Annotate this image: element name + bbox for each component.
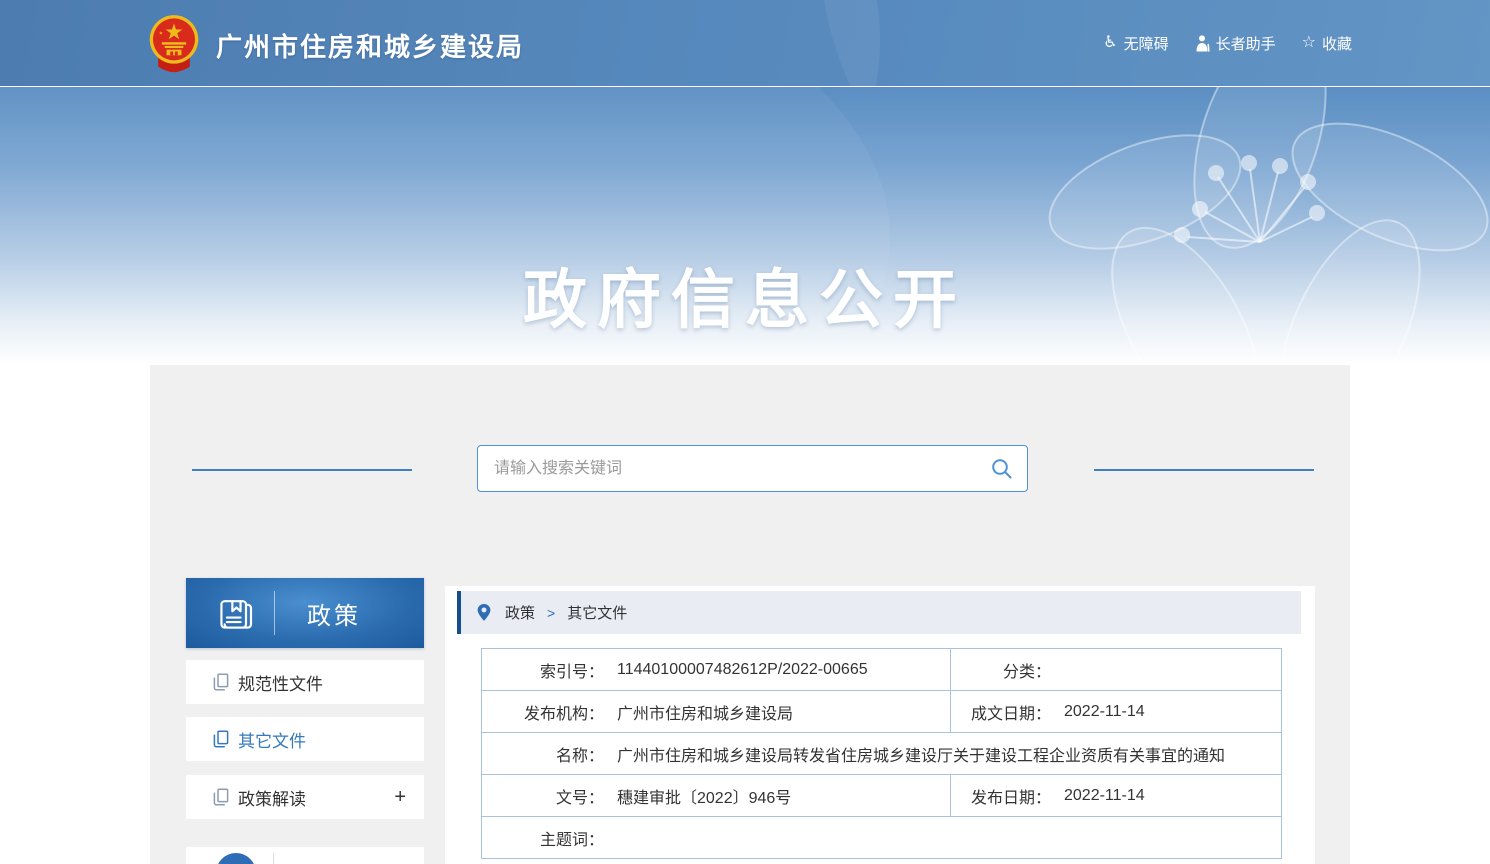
sidebar-next-section-title: 政府信息 bbox=[301, 857, 401, 864]
expand-plus-icon[interactable]: + bbox=[394, 787, 406, 807]
sidebar-item-normative-documents[interactable]: 规范性文件 bbox=[186, 660, 424, 704]
table-row: 主题词： bbox=[482, 817, 1282, 859]
breadcrumb: 政策 > 其它文件 bbox=[457, 591, 1301, 634]
search-left-divider bbox=[192, 469, 412, 471]
table-row: 文号： 穗建审批〔2022〕946号 发布日期： 2022-11-14 bbox=[482, 775, 1282, 817]
issuing-agency-label: 发布机构： bbox=[482, 700, 604, 724]
utility-links: ♿ 无障碍 长者助手 ☆ 收藏 bbox=[1103, 0, 1352, 86]
document-detail-table: 索引号： 11440100007482612P/2022-00665 分类： 发… bbox=[481, 648, 1282, 859]
favorite-link[interactable]: ☆ 收藏 bbox=[1302, 33, 1352, 54]
elder-assistant-link[interactable]: 长者助手 bbox=[1195, 33, 1276, 54]
document-number-value: 穗建审批〔2022〕946号 bbox=[617, 784, 791, 808]
elder-assistant-link-label: 长者助手 bbox=[1216, 33, 1276, 54]
national-emblem-logo bbox=[146, 14, 202, 76]
sidebar-item-label: 其它文件 bbox=[238, 727, 306, 752]
sidebar-section-title: 政策 bbox=[307, 596, 361, 631]
book-icon bbox=[216, 593, 256, 633]
sidebar-item-label: 规范性文件 bbox=[238, 670, 323, 695]
site-brand: 广州市住房和城乡建设局 bbox=[146, 14, 524, 76]
index-number-value: 11440100007482612P/2022-00665 bbox=[617, 661, 868, 679]
document-icon bbox=[213, 730, 229, 748]
page-banner: 政府信息公开 bbox=[0, 86, 1490, 365]
elder-icon bbox=[1195, 35, 1210, 52]
document-icon bbox=[213, 788, 229, 806]
index-number-label: 索引号： bbox=[482, 658, 604, 682]
publish-date-value: 2022-11-14 bbox=[1064, 787, 1145, 805]
star-icon: ☆ bbox=[1302, 35, 1316, 51]
sidebar-item-policy-interpretation[interactable]: 政策解读 + bbox=[186, 775, 424, 819]
top-bar: 广州市住房和城乡建设局 ♿ 无障碍 长者助手 ☆ 收藏 bbox=[0, 0, 1490, 86]
main-panel: 政策 > 其它文件 索引号： 11440100007482612P/2022-0… bbox=[445, 586, 1315, 864]
location-pin-icon bbox=[475, 603, 493, 622]
sidebar-section-policy: 政策 bbox=[186, 578, 424, 648]
document-name-value: 广州市住房和城乡建设局转发省住房城乡建设厅关于建设工程企业资质有关事宜的通知 bbox=[617, 742, 1225, 766]
search-box bbox=[477, 445, 1028, 492]
sidebar-item-other-documents[interactable]: 其它文件 bbox=[186, 717, 424, 761]
written-date-value: 2022-11-14 bbox=[1064, 703, 1145, 721]
accessibility-link-label: 无障碍 bbox=[1124, 33, 1169, 54]
site-title: 广州市住房和城乡建设局 bbox=[216, 27, 524, 64]
government-info-icon bbox=[216, 853, 256, 864]
sidebar-header-divider bbox=[274, 591, 275, 635]
category-label: 分类： bbox=[951, 658, 1051, 682]
keywords-label: 主题词： bbox=[482, 826, 604, 850]
document-icon bbox=[213, 673, 229, 691]
sidebar-next-divider bbox=[273, 853, 274, 864]
table-row: 索引号： 11440100007482612P/2022-00665 分类： bbox=[482, 649, 1282, 691]
page-title: 政府信息公开 bbox=[0, 249, 1490, 341]
accessibility-link[interactable]: ♿ 无障碍 bbox=[1103, 33, 1168, 54]
publish-date-label: 发布日期： bbox=[951, 784, 1051, 808]
breadcrumb-separator: > bbox=[547, 605, 555, 621]
table-row: 名称： 广州市住房和城乡建设局转发省住房城乡建设厅关于建设工程企业资质有关事宜的… bbox=[482, 733, 1282, 775]
search-input[interactable] bbox=[494, 446, 991, 491]
breadcrumb-current: 其它文件 bbox=[567, 602, 627, 623]
wheelchair-icon: ♿ bbox=[1103, 35, 1117, 51]
table-row: 发布机构： 广州市住房和城乡建设局 成文日期： 2022-11-14 bbox=[482, 691, 1282, 733]
sidebar-item-label: 政策解读 bbox=[238, 785, 306, 810]
issuing-agency-value: 广州市住房和城乡建设局 bbox=[617, 700, 793, 724]
breadcrumb-root[interactable]: 政策 bbox=[505, 602, 535, 623]
sidebar-section-government-info[interactable]: 政府信息 bbox=[186, 847, 424, 864]
search-icon[interactable] bbox=[991, 458, 1013, 480]
written-date-label: 成文日期： bbox=[951, 700, 1051, 724]
document-name-label: 名称： bbox=[482, 742, 604, 766]
document-number-label: 文号： bbox=[482, 784, 604, 808]
search-right-divider bbox=[1094, 469, 1314, 471]
favorite-link-label: 收藏 bbox=[1322, 33, 1352, 54]
